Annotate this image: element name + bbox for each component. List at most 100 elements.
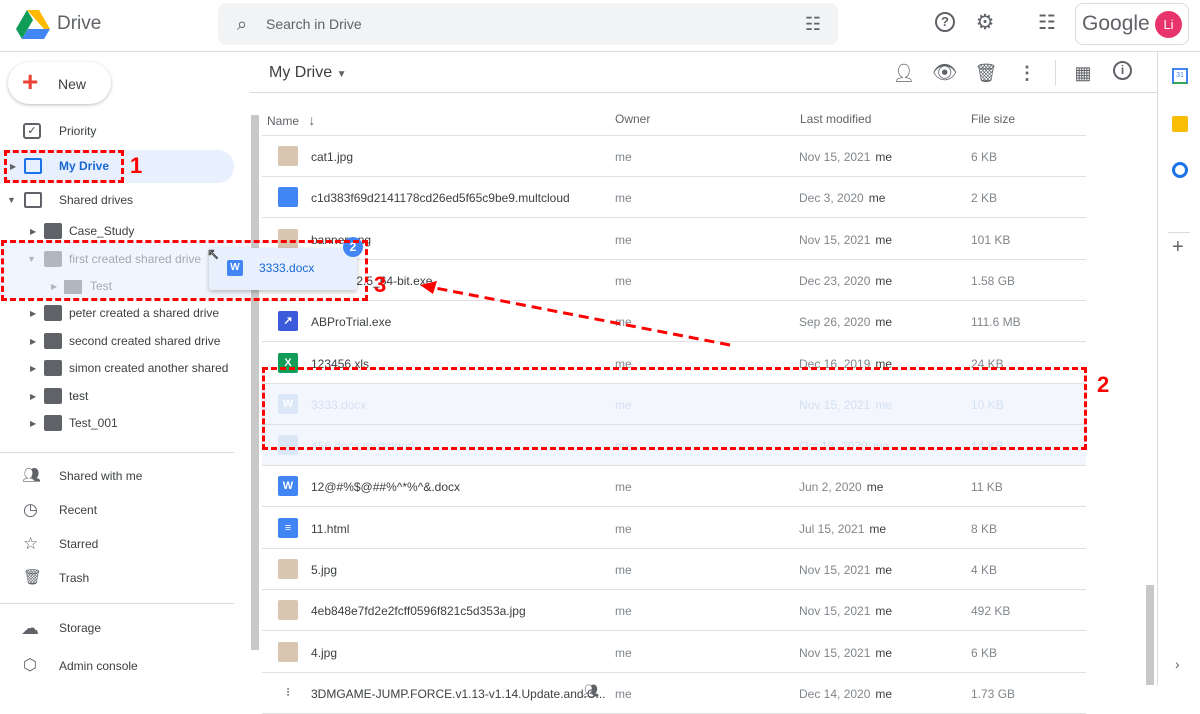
- page-title[interactable]: My Drive ▼: [269, 64, 346, 82]
- shared-drive-icon: [44, 360, 62, 376]
- cloud-icon: ☁︎: [21, 618, 39, 638]
- main-scrollbar[interactable]: [1146, 585, 1154, 685]
- search-icon[interactable]: ⌕: [230, 12, 254, 36]
- file-size: 1.58 GB: [971, 273, 1016, 288]
- file-row[interactable]: ⫶ 3DMGAME-JUMP.FORCE.v1.13-v1.14.Update.…: [262, 673, 1086, 714]
- more-options-icon[interactable]: ⋮: [1015, 61, 1039, 85]
- preview-eye-icon[interactable]: 👁︎: [932, 61, 957, 85]
- file-row[interactable]: 4.jpg me Nov 15, 2021 me 6 KB: [262, 632, 1086, 673]
- file-last-modified: Dec 23, 2020 me: [799, 274, 892, 288]
- file-row[interactable]: 4eb848e7fd2e2fcff0596f821c5d353a.jpg me …: [262, 590, 1086, 632]
- header-label: Name: [267, 114, 300, 128]
- people-icon: 👥︎: [22, 467, 42, 484]
- expand-arrow-icon[interactable]: ▶: [30, 410, 36, 437]
- shared-drive-label: test: [69, 389, 89, 403]
- avatar[interactable]: Li: [1155, 11, 1182, 38]
- file-row[interactable]: c1d383f69d2141178cd26ed5f65c9be9.multclo…: [262, 177, 1086, 219]
- annotation-box-2: [262, 367, 1087, 450]
- shared-drive-item[interactable]: ▶ peter created a shared drive: [0, 300, 234, 327]
- sidebar-item-admin-console[interactable]: ⬡ Admin console: [0, 653, 234, 680]
- file-size: 111.6 MB: [971, 315, 1021, 330]
- shared-drive-icon: [44, 305, 62, 321]
- file-row[interactable]: 5.jpg me Nov 15, 2021 me 4 KB: [262, 549, 1086, 590]
- delete-trash-icon[interactable]: 🗑︎: [974, 61, 998, 85]
- account-button[interactable]: Google Li: [1075, 3, 1189, 45]
- settings-gear-icon[interactable]: ⚙: [973, 11, 997, 35]
- expand-arrow-icon[interactable]: ▶: [30, 328, 36, 355]
- new-button[interactable]: + New: [8, 62, 111, 104]
- shared-drive-item[interactable]: ▶ test: [0, 383, 234, 410]
- sort-arrow-down-icon[interactable]: ↓: [308, 112, 315, 128]
- trash-icon: 🗑︎: [23, 569, 43, 586]
- tasks-icon[interactable]: [1172, 162, 1188, 178]
- divider: [0, 603, 234, 604]
- page-title-text: My Drive: [269, 64, 333, 81]
- sidebar-item-starred[interactable]: ☆ Starred: [0, 531, 234, 558]
- sidebar-item-priority[interactable]: ✓ Priority: [0, 118, 234, 145]
- shared-drive-icon: [44, 415, 62, 431]
- calendar-icon[interactable]: 31: [1172, 68, 1188, 84]
- add-addon-icon[interactable]: +: [1172, 236, 1184, 259]
- plus-icon: +: [22, 66, 39, 97]
- file-size: 101 KB: [971, 232, 1011, 247]
- shared-drive-item[interactable]: ▶ second created shared drive: [0, 328, 234, 355]
- shared-drive-label: peter created a shared drive: [69, 306, 220, 320]
- column-header-owner[interactable]: Owner: [615, 112, 650, 126]
- sidebar-scrollbar[interactable]: [251, 115, 259, 650]
- modified-by: me: [875, 273, 893, 288]
- grid-view-icon[interactable]: ▦: [1071, 61, 1095, 85]
- annotation-number-2: 2: [1097, 372, 1110, 397]
- column-header-name[interactable]: Name ↓: [267, 112, 315, 128]
- info-icon[interactable]: i: [1113, 61, 1132, 80]
- modified-by: me: [866, 480, 884, 495]
- image-file-icon: [278, 146, 298, 166]
- file-row[interactable]: banner.png me Nov 15, 2021 me 101 KB: [262, 219, 1086, 260]
- file-owner: me: [615, 686, 632, 701]
- file-owner: me: [615, 191, 632, 206]
- doc-file-icon: ≡: [278, 517, 298, 538]
- modified-by: me: [875, 150, 893, 164]
- share-add-person-icon[interactable]: 👤︎: [892, 61, 916, 85]
- file-name: 11.html: [311, 521, 350, 536]
- collapse-arrow-icon[interactable]: ▼: [7, 187, 16, 214]
- file-name: c1d383f69d2141178cd26ed5f65c9be9.multclo…: [311, 191, 570, 206]
- modified-by: me: [875, 686, 893, 701]
- keep-icon[interactable]: [1172, 116, 1188, 132]
- file-last-modified: Dec 3, 2020 me: [799, 191, 885, 205]
- chevron-right-icon[interactable]: ›: [1175, 656, 1180, 672]
- shared-drive-item[interactable]: ▶ simon created another shared ...: [0, 355, 234, 402]
- annotation-box-3: [1, 240, 368, 301]
- file-last-modified: Nov 15, 2021 me: [799, 563, 892, 577]
- file-row[interactable]: cat1.jpg me Nov 15, 2021 me 6 KB: [262, 136, 1086, 177]
- expand-arrow-icon[interactable]: ▶: [30, 300, 36, 327]
- file-name: 3DMGAME-JUMP.FORCE.v1.13-v1.14.Update.an…: [311, 686, 606, 701]
- file-name: cat1.jpg: [311, 150, 354, 164]
- modified-date: Jun 2, 2020: [799, 480, 862, 495]
- apps-grid-icon[interactable]: ☷: [1035, 11, 1059, 35]
- help-icon[interactable]: ?: [935, 12, 955, 32]
- file-owner: me: [615, 150, 632, 164]
- file-row[interactable]: ≡ 11.html me Jul 15, 2021 me 8 KB: [262, 508, 1086, 549]
- file-owner: me: [615, 645, 632, 660]
- sidebar-item-trash[interactable]: 🗑︎ Trash: [0, 565, 234, 592]
- sidebar-item-storage[interactable]: ☁︎ Storage: [0, 615, 234, 642]
- file-size: 492 KB: [971, 604, 1011, 619]
- column-header-file-size[interactable]: File size: [971, 112, 1015, 126]
- chevron-down-icon: ▼: [336, 69, 347, 80]
- sidebar-item-recent[interactable]: ◷ Recent: [0, 497, 234, 524]
- search-options-icon[interactable]: ☷: [801, 12, 825, 36]
- expand-arrow-icon[interactable]: ▶: [30, 355, 36, 382]
- search-input[interactable]: ⌕ Search in Drive ☷: [218, 3, 838, 45]
- file-row[interactable]: W 12@#%$@##%^*%^&.docx me Jun 2, 2020 me …: [262, 466, 1086, 508]
- sidebar-item-shared-with-me[interactable]: 👥︎ Shared with me: [0, 463, 234, 490]
- shared-drive-icon: [44, 388, 62, 404]
- expand-arrow-icon[interactable]: ▶: [30, 383, 36, 410]
- file-owner: me: [615, 232, 632, 247]
- exe-file-icon: ↗: [278, 311, 298, 332]
- sidebar-item-shared-drives[interactable]: ▼ Shared drives: [0, 187, 234, 214]
- sidebar-label: Admin console: [59, 659, 138, 673]
- modified-date: Jul 15, 2021: [799, 521, 865, 536]
- shared-drive-item[interactable]: ▶ Test_001: [0, 410, 234, 437]
- column-header-last-modified[interactable]: Last modified: [800, 112, 871, 126]
- shared-drive-label: Test_001: [69, 416, 118, 430]
